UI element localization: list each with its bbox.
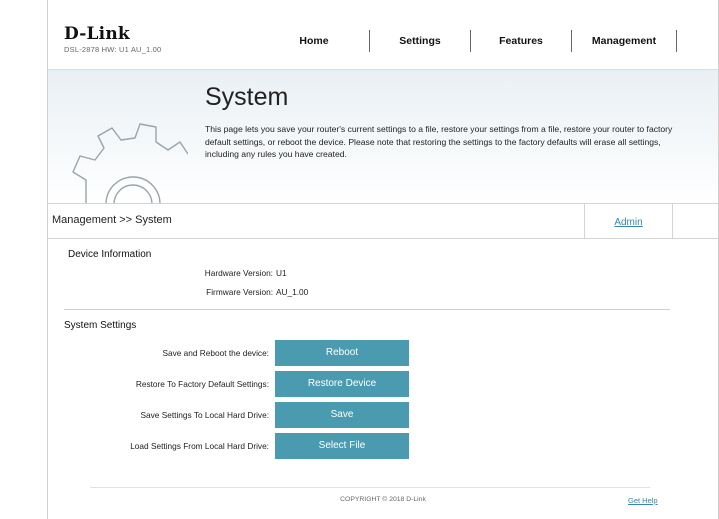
- hardware-version-value: U1: [276, 268, 287, 278]
- hardware-version-label: Hardware Version:: [204, 268, 273, 278]
- reboot-label: Save and Reboot the device:: [162, 348, 269, 358]
- nav-features[interactable]: Features: [471, 30, 572, 52]
- gear-icon: [72, 123, 188, 205]
- restore-label: Restore To Factory Default Settings:: [135, 379, 269, 389]
- save-button[interactable]: Save: [275, 402, 409, 428]
- router-admin-page: D-Link DSL-2878 HW: U1 AU_1.00 Home Sett…: [47, 0, 719, 519]
- footer-divider: [90, 487, 650, 488]
- page-title: System: [205, 83, 289, 111]
- nav-management[interactable]: Management: [572, 30, 677, 52]
- copyright-text: COPYRIGHT © 2018 D-Link: [340, 496, 426, 503]
- breadcrumb: Management >> System: [52, 214, 172, 226]
- page-description: This page lets you save your router's cu…: [205, 124, 673, 159]
- dlink-logo[interactable]: D-Link DSL-2878 HW: U1 AU_1.00: [64, 24, 162, 55]
- section-divider: [64, 309, 670, 310]
- top-nav: Home Settings Features Management: [259, 30, 677, 52]
- firmware-version-value: AU_1.00: [276, 287, 309, 297]
- breadcrumb-bar: Management >> System Admin: [48, 203, 718, 239]
- load-settings-label: Load Settings From Local Hard Drive:: [130, 441, 269, 451]
- nav-home[interactable]: Home: [259, 30, 370, 52]
- firmware-version-label: Firmware Version:: [206, 287, 273, 297]
- save-settings-label: Save Settings To Local Hard Drive:: [140, 410, 269, 420]
- model-info: DSL-2878 HW: U1 AU_1.00: [64, 45, 162, 54]
- device-info-title: Device Information: [68, 249, 152, 260]
- system-settings-title: System Settings: [64, 320, 137, 331]
- reboot-button[interactable]: Reboot: [275, 340, 409, 366]
- admin-link[interactable]: Admin: [614, 217, 642, 228]
- restore-device-button[interactable]: Restore Device: [275, 371, 409, 397]
- logo-text: D-Link: [64, 24, 130, 44]
- admin-tab[interactable]: Admin: [584, 204, 673, 238]
- select-file-button[interactable]: Select File: [275, 433, 409, 459]
- get-help-link[interactable]: Get Help: [628, 496, 658, 505]
- nav-settings[interactable]: Settings: [370, 30, 471, 52]
